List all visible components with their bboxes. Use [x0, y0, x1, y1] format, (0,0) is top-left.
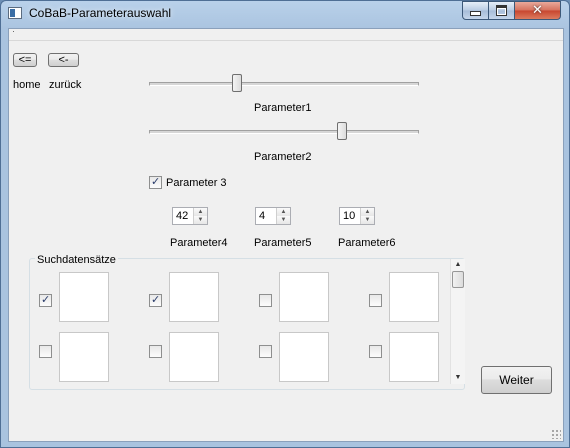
maximize-icon [496, 5, 507, 16]
parameter5-label: Parameter5 [254, 237, 312, 249]
slider-handle[interactable] [337, 122, 347, 140]
menu-bar[interactable]: · [9, 26, 563, 41]
parameter1-label: Parameter1 [254, 102, 312, 114]
parameter2-slider[interactable] [149, 122, 419, 142]
dataset-thumbnail[interactable] [169, 332, 219, 382]
slider-track [149, 130, 419, 134]
chevron-down-icon[interactable]: ▼ [194, 216, 207, 224]
close-icon: ✕ [532, 3, 543, 18]
dataset-thumbnail[interactable] [59, 272, 109, 322]
spinbox-value[interactable]: 4 [259, 210, 265, 222]
client-area: · <= <- home zurück Parameter1 Parameter… [8, 26, 564, 442]
maximize-button[interactable] [488, 1, 515, 20]
spinbox-value[interactable]: 42 [176, 210, 188, 222]
parameter2-label: Parameter2 [254, 151, 312, 163]
dataset-thumbnail[interactable] [279, 332, 329, 382]
slider-track [149, 82, 419, 86]
title-bar[interactable]: CoBaB-Parameterauswahl ✕ [1, 1, 569, 27]
dataset-thumbnail[interactable] [279, 272, 329, 322]
dataset-checkbox[interactable] [369, 294, 382, 307]
dataset-thumbnail[interactable] [59, 332, 109, 382]
dataset-checkbox[interactable] [149, 293, 162, 307]
home-button[interactable]: <= [13, 53, 37, 67]
parameter3-checkbox[interactable] [149, 175, 162, 189]
parameter6-spinbox[interactable]: 10 ▲ ▼ [339, 207, 375, 225]
close-button[interactable]: ✕ [514, 1, 561, 20]
group-title: Suchdatensätze [35, 254, 118, 266]
back-label: zurück [49, 79, 82, 91]
dataset-checkbox[interactable] [259, 345, 272, 358]
home-label: home [13, 79, 41, 91]
dataset-checkbox[interactable] [39, 293, 52, 307]
chevron-down-icon[interactable]: ▼ [361, 216, 374, 224]
window-icon[interactable] [8, 7, 22, 19]
chevron-down-icon[interactable]: ▼ [277, 216, 290, 224]
minimize-button[interactable] [462, 1, 489, 20]
resize-grip-icon[interactable] [551, 429, 561, 439]
dataset-thumbnail[interactable] [389, 332, 439, 382]
window-title: CoBaB-Parameterauswahl [29, 6, 172, 20]
parameter4-spinbox[interactable]: 42 ▲ ▼ [172, 207, 208, 225]
scrollbar-handle[interactable] [452, 271, 464, 288]
dataset-checkbox[interactable] [369, 345, 382, 358]
minimize-icon [470, 11, 481, 16]
parameter4-label: Parameter4 [170, 237, 228, 249]
application-window: CoBaB-Parameterauswahl ✕ · <= <- home zu… [0, 0, 570, 448]
menu-bar-indicator: · [12, 26, 15, 36]
slider-handle[interactable] [232, 74, 242, 92]
parameter1-slider[interactable] [149, 74, 419, 94]
dataset-checkbox[interactable] [149, 345, 162, 358]
weiter-button[interactable]: Weiter [481, 366, 552, 394]
vertical-scrollbar[interactable]: ▲ ▼ [450, 259, 465, 384]
parameter5-spinbox[interactable]: 4 ▲ ▼ [255, 207, 291, 225]
arrow-down-icon[interactable]: ▼ [451, 372, 465, 384]
dataset-thumbnail[interactable] [169, 272, 219, 322]
dataset-checkbox[interactable] [39, 345, 52, 358]
parameter3-label: Parameter 3 [166, 177, 227, 189]
dataset-checkbox[interactable] [259, 294, 272, 307]
spinbox-value[interactable]: 10 [343, 210, 355, 222]
parameter6-label: Parameter6 [338, 237, 396, 249]
dataset-thumbnail[interactable] [389, 272, 439, 322]
back-button[interactable]: <- [48, 53, 79, 67]
arrow-up-icon[interactable]: ▲ [451, 259, 465, 271]
